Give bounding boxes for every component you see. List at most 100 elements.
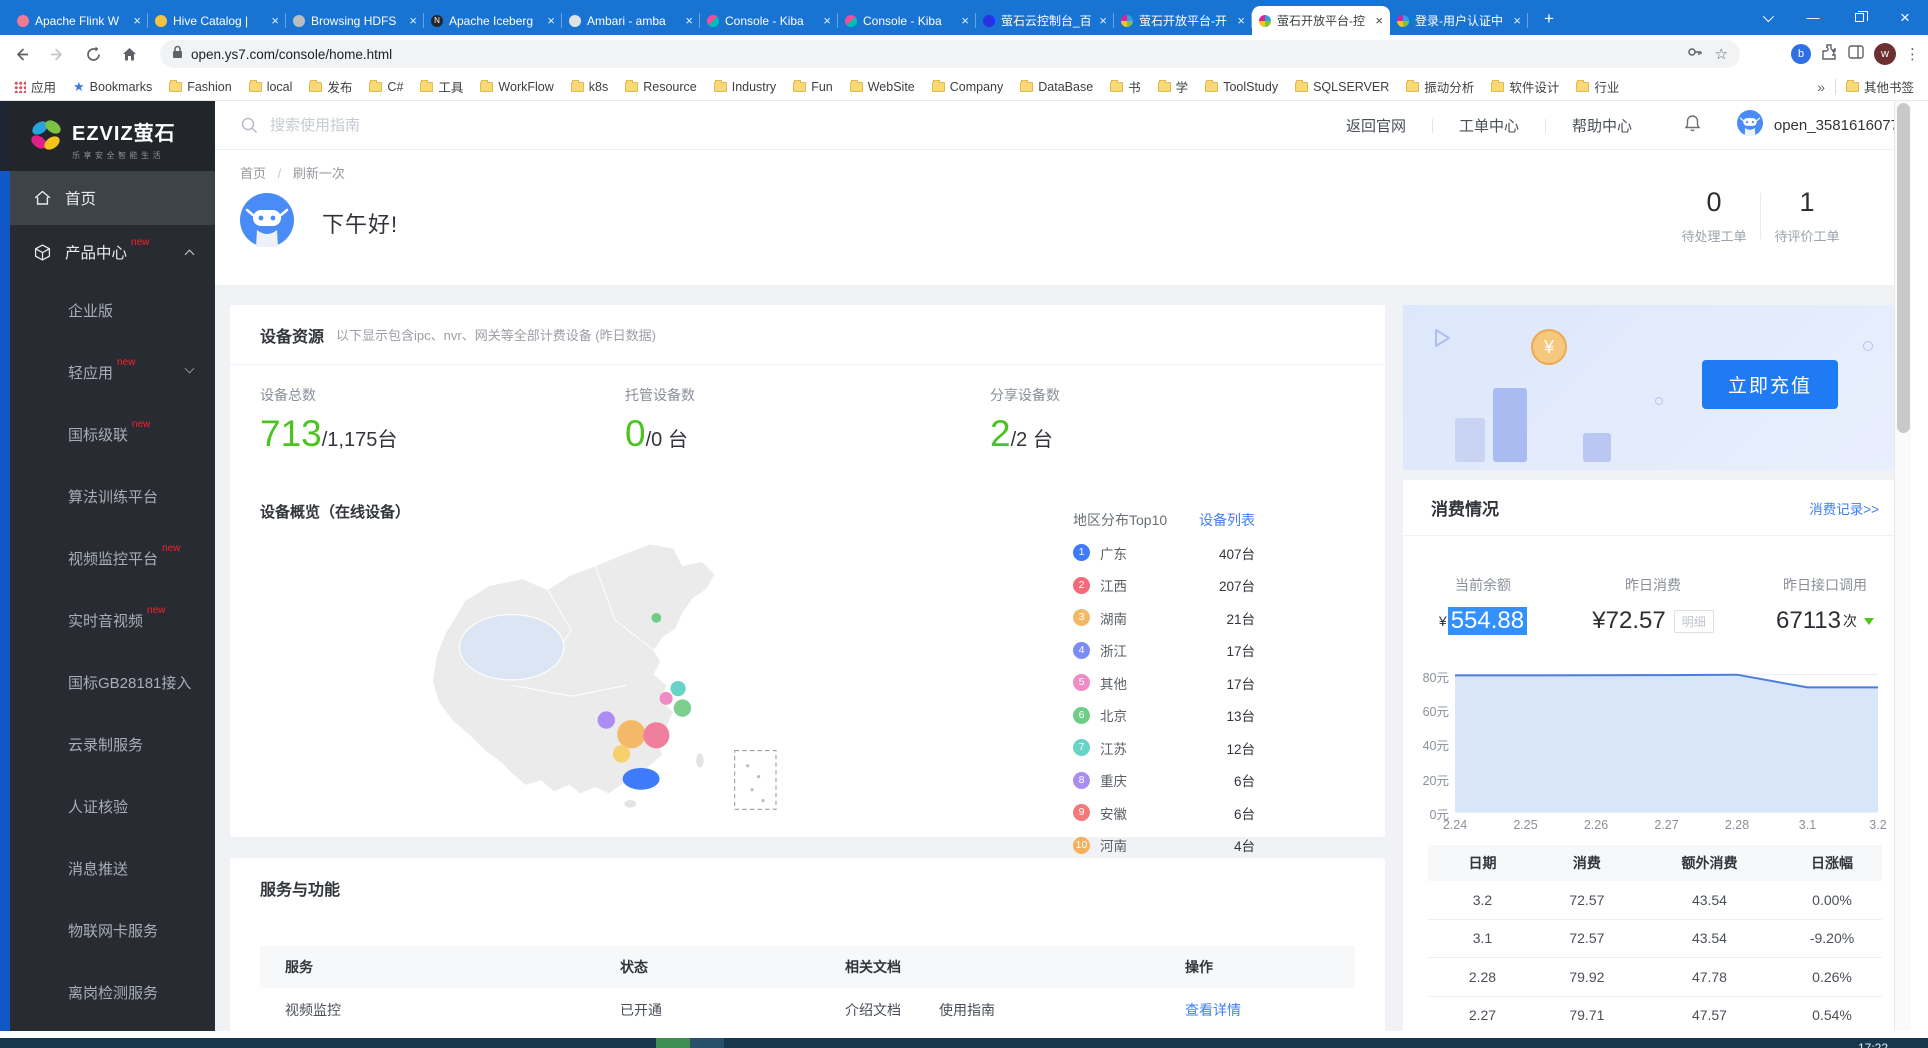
sidebar-item-云录制服务[interactable]: 云录制服务 [10, 713, 215, 775]
browser-tab[interactable]: Console - Kiba× [838, 6, 976, 35]
recharge-button[interactable]: 立即充值 [1702, 360, 1838, 409]
sidebar-item-视频监控平台[interactable]: 视频监控平台new [10, 527, 215, 589]
browser-profile-avatar[interactable]: w [1874, 43, 1896, 65]
bookmark-folder[interactable]: ToolStudy [1205, 80, 1278, 94]
bookmark-folder[interactable]: Industry [714, 80, 776, 94]
bookmarks-folder[interactable]: ★Bookmarks [73, 79, 152, 95]
china-map[interactable] [380, 533, 850, 823]
sidebar-item-算法训练平台[interactable]: 算法训练平台 [10, 465, 215, 527]
address-bar[interactable]: open.ys7.com/console/home.html ☆ [160, 40, 1740, 68]
bookmark-folder[interactable]: C# [369, 80, 403, 94]
bookmark-folder[interactable]: Fashion [169, 80, 231, 94]
tab-close-button[interactable]: × [823, 13, 831, 28]
sidebar-item-国标GB28181接入[interactable]: 国标GB28181接入 [10, 651, 215, 713]
ezviz-logo[interactable]: EZVIZ萤石 乐享安全智能生活 [10, 101, 215, 171]
sidebar-item-国标级联[interactable]: 国标级联new [10, 403, 215, 465]
taskbar-app-green[interactable] [656, 1038, 690, 1048]
tab-close-button[interactable]: × [271, 13, 279, 28]
taskbar-app-blue[interactable] [690, 1038, 724, 1048]
sidebar-item-产品中心[interactable]: 产品中心new [10, 225, 215, 279]
extensions-puzzle-icon[interactable] [1820, 43, 1838, 66]
sidebar-item-物联网卡服务[interactable]: 物联网卡服务 [10, 899, 215, 961]
browser-tab[interactable]: 萤石开放平台-控× [1252, 6, 1390, 35]
bookmarks-overflow-chevron[interactable]: » [1817, 79, 1825, 95]
work-order-1[interactable]: 1待评价工单 [1761, 187, 1853, 245]
scrollbar-thumb[interactable] [1897, 103, 1910, 433]
browser-tab[interactable]: NApache Iceberg× [424, 6, 562, 35]
browser-tab[interactable]: Apache Flink W× [10, 6, 148, 35]
bookmark-folder[interactable]: local [249, 80, 293, 94]
tab-close-button[interactable]: × [685, 13, 693, 28]
bookmark-folder[interactable]: 振动分析 [1406, 77, 1474, 96]
apps-shortcut[interactable]: 应用 [14, 77, 56, 96]
browser-tab[interactable]: 萤石开放平台-开× [1114, 6, 1252, 35]
reload-button[interactable] [78, 39, 108, 69]
bookmark-folder[interactable]: 发布 [309, 77, 352, 96]
bookmark-folder[interactable]: 工具 [420, 77, 463, 96]
consumption-chart[interactable]: 0元20元40元60元80元2.242.252.262.272.283.13.2 [1403, 658, 1907, 833]
doc-link[interactable]: 介绍文档 [845, 1000, 901, 1020]
password-key-icon[interactable] [1687, 44, 1703, 65]
sidebar-item-实时音视频[interactable]: 实时音视频new [10, 589, 215, 651]
tab-close-button[interactable]: × [1099, 13, 1107, 28]
forward-button[interactable] [42, 39, 72, 69]
header-link-2[interactable]: 帮助中心 [1572, 115, 1632, 136]
bookmark-folder[interactable]: 学 [1158, 77, 1189, 96]
sidebar-item-人证核验[interactable]: 人证核验 [10, 775, 215, 837]
browser-tab[interactable]: Hive Catalog |× [148, 6, 286, 35]
browser-menu-icon[interactable]: ⋮ [1905, 45, 1920, 63]
bookmark-folder[interactable]: 软件设计 [1491, 77, 1559, 96]
sidebar-item-首页[interactable]: 首页 [10, 171, 215, 225]
search-input[interactable] [270, 117, 570, 134]
work-order-0[interactable]: 0待处理工单 [1668, 187, 1760, 245]
tab-search-icon[interactable] [1744, 0, 1790, 35]
bookmark-folder[interactable]: 行业 [1576, 77, 1619, 96]
browser-tab[interactable]: Ambari - amba× [562, 6, 700, 35]
browser-tab[interactable]: 登录-用户认证中× [1390, 6, 1528, 35]
bookmark-star-icon[interactable]: ☆ [1715, 45, 1728, 63]
side-panel-icon[interactable] [1847, 43, 1865, 66]
url-text[interactable]: open.ys7.com/console/home.html [191, 47, 1687, 62]
close-button[interactable]: × [1882, 0, 1928, 35]
sidebar-item-消息推送[interactable]: 消息推送 [10, 837, 215, 899]
translate-extension-icon[interactable]: b [1791, 44, 1811, 64]
browser-tab[interactable]: Console - Kiba× [700, 6, 838, 35]
tab-close-button[interactable]: × [961, 13, 969, 28]
windows-taskbar[interactable]: 17:22 [0, 1038, 1928, 1048]
page-scrollbar[interactable] [1894, 101, 1911, 1031]
tab-close-button[interactable]: × [1513, 13, 1521, 28]
minimize-button[interactable]: — [1790, 0, 1836, 35]
new-tab-button[interactable]: + [1538, 9, 1560, 29]
doc-link[interactable]: 使用指南 [939, 1000, 995, 1020]
browser-tab[interactable]: 萤石云控制台_百× [976, 6, 1114, 35]
sidebar-item-轻应用[interactable]: 轻应用new [10, 341, 215, 403]
bookmark-folder[interactable]: k8s [571, 80, 608, 94]
tab-close-button[interactable]: × [133, 13, 141, 28]
bookmark-folder[interactable]: Company [932, 80, 1004, 94]
device-list-link[interactable]: 设备列表 [1199, 510, 1255, 530]
other-bookmarks[interactable]: 其他书签 [1846, 77, 1914, 96]
chevron-down-icon[interactable] [1864, 618, 1874, 625]
bookmark-folder[interactable]: DataBase [1020, 80, 1093, 94]
username[interactable]: open_3581616077 [1774, 117, 1899, 134]
bookmark-folder[interactable]: WorkFlow [480, 80, 553, 94]
user-avatar[interactable] [1712, 110, 1763, 141]
tab-close-button[interactable]: × [1375, 13, 1383, 28]
consumption-record-link[interactable]: 消费记录>> [1809, 498, 1879, 518]
back-button[interactable] [6, 39, 36, 69]
bookmark-folder[interactable]: Resource [625, 80, 697, 94]
bookmark-folder[interactable]: Fun [793, 80, 833, 94]
breadcrumb-home[interactable]: 首页 [240, 166, 266, 181]
home-button[interactable] [114, 39, 144, 69]
bookmark-folder[interactable]: SQLSERVER [1295, 80, 1389, 94]
bookmark-folder[interactable]: WebSite [850, 80, 915, 94]
browser-tab[interactable]: Browsing HDFS× [286, 6, 424, 35]
tab-close-button[interactable]: × [409, 13, 417, 28]
service-action-link[interactable]: 查看详情 [1185, 1000, 1355, 1020]
restore-button[interactable] [1836, 0, 1882, 35]
sidebar-item-企业版[interactable]: 企业版 [10, 279, 215, 341]
tab-close-button[interactable]: × [1237, 13, 1245, 28]
bell-icon[interactable] [1659, 114, 1701, 138]
header-link-0[interactable]: 返回官网 [1346, 115, 1406, 136]
sidebar-item-离岗检测服务[interactable]: 离岗检测服务 [10, 961, 215, 1023]
